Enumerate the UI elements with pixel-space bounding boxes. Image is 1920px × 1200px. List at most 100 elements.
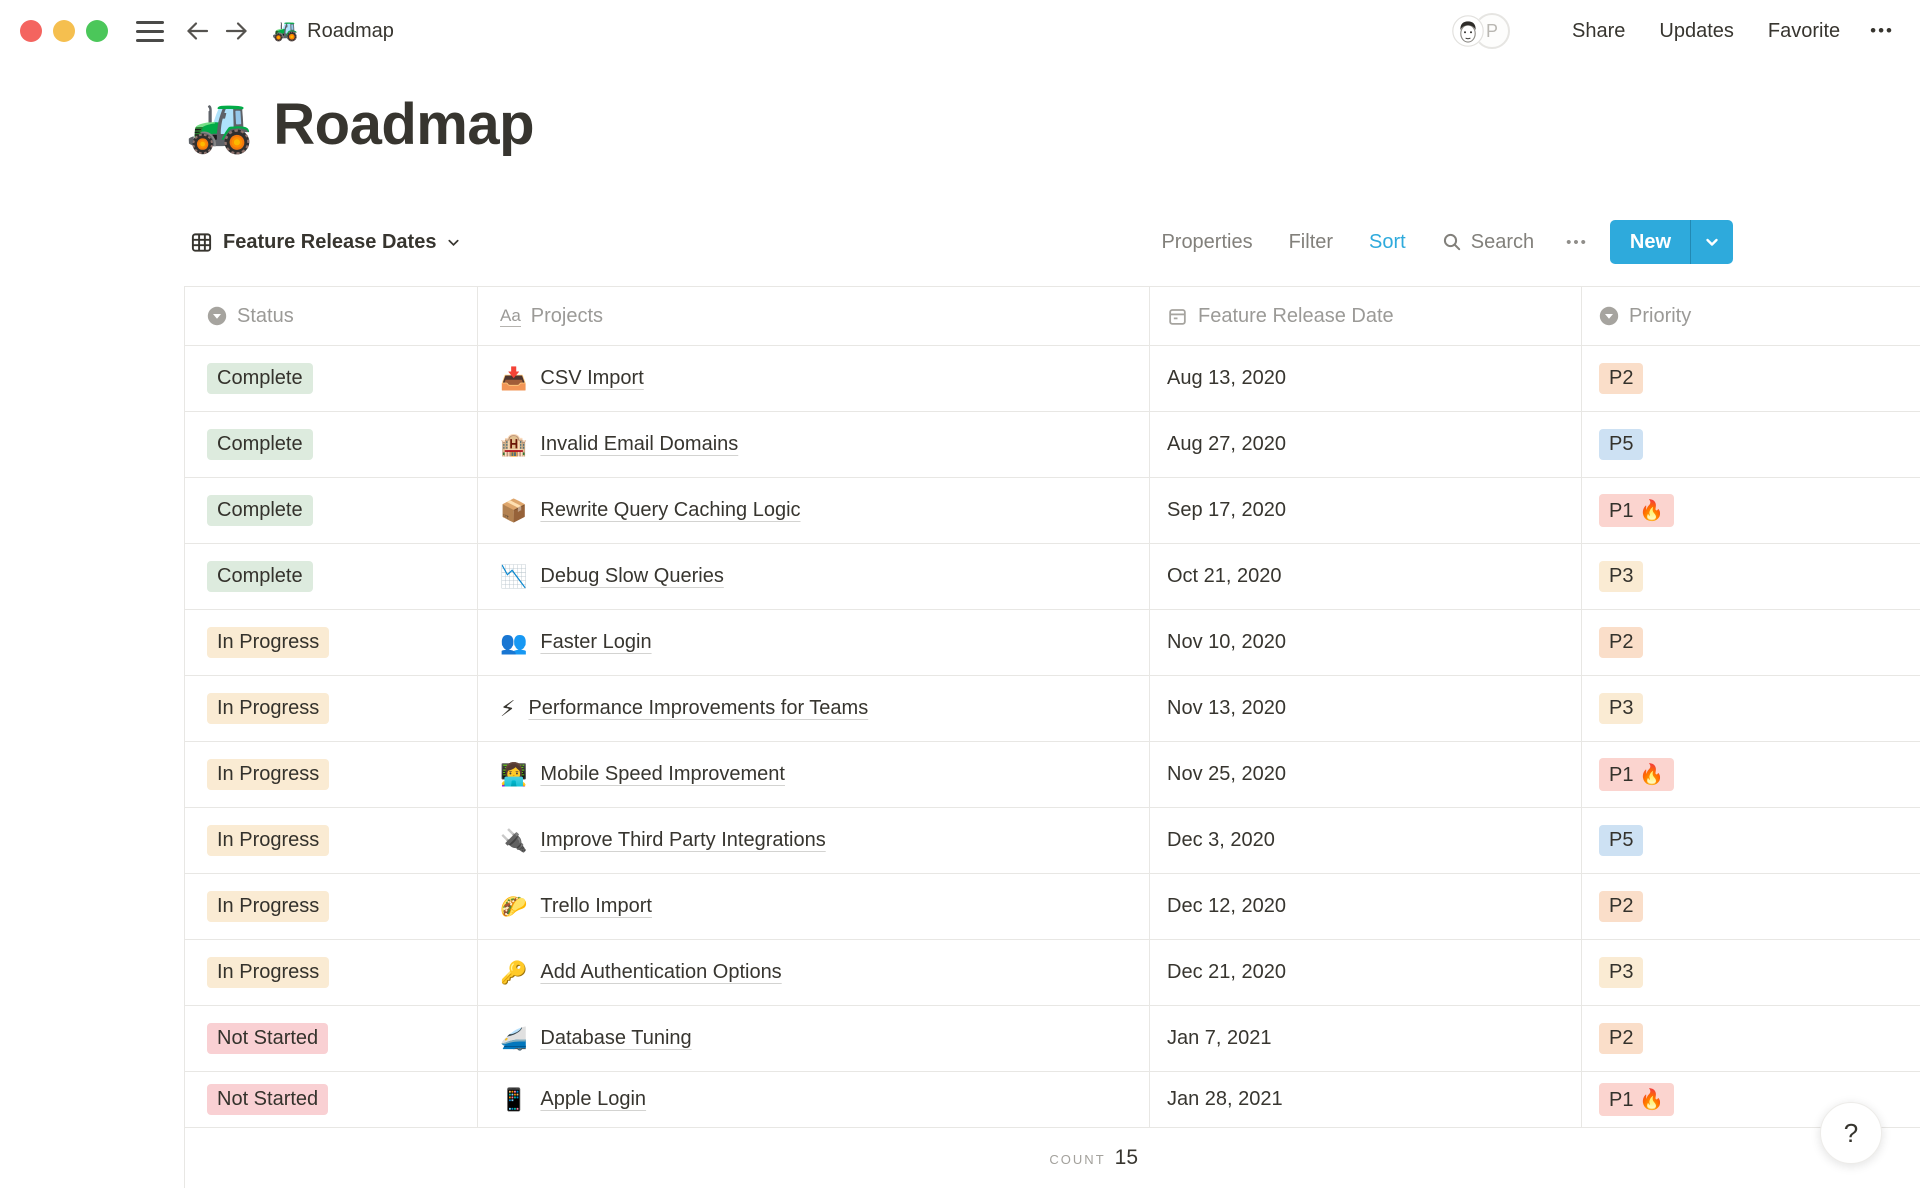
priority-badge[interactable]: P2: [1599, 363, 1644, 395]
status-badge[interactable]: In Progress: [207, 759, 330, 791]
date-value[interactable]: Sep 17, 2020: [1167, 499, 1286, 522]
updates-button[interactable]: Updates: [1659, 20, 1734, 43]
table-row[interactable]: Complete 📥 CSV Import Aug 13, 2020 P2: [185, 346, 1920, 413]
project-link[interactable]: Invalid Email Domains: [540, 433, 738, 456]
table-row[interactable]: In Progress 🔑 Add Authentication Options…: [185, 940, 1920, 1007]
date-value[interactable]: Oct 21, 2020: [1167, 565, 1282, 588]
page-title[interactable]: Roadmap: [273, 86, 534, 164]
date-value[interactable]: Aug 13, 2020: [1167, 367, 1286, 390]
select-property-icon: [1599, 307, 1619, 326]
status-badge[interactable]: In Progress: [207, 957, 330, 989]
date-value[interactable]: Dec 3, 2020: [1167, 829, 1275, 852]
date-value[interactable]: Dec 21, 2020: [1167, 961, 1286, 984]
priority-badge[interactable]: P5: [1599, 825, 1644, 857]
project-link[interactable]: Database Tuning: [540, 1027, 691, 1050]
status-badge[interactable]: In Progress: [207, 627, 330, 659]
table-row[interactable]: Not Started 📱 Apple Login Jan 28, 2021 P…: [185, 1072, 1920, 1129]
calendar-icon: [1169, 308, 1186, 325]
help-button[interactable]: ?: [1820, 1102, 1882, 1164]
column-header-projects[interactable]: Aa Projects: [478, 287, 1150, 346]
new-dropdown-button[interactable]: [1690, 220, 1733, 265]
priority-badge[interactable]: P3: [1599, 693, 1644, 725]
new-button-label[interactable]: New: [1610, 220, 1690, 264]
table-row[interactable]: In Progress 🌮 Trello Import Dec 12, 2020…: [185, 874, 1920, 941]
project-link[interactable]: CSV Import: [540, 367, 643, 390]
count-calculation[interactable]: COUNT 15: [185, 1146, 1150, 1170]
date-value[interactable]: Nov 10, 2020: [1167, 631, 1286, 654]
table-row[interactable]: Not Started 🚄 Database Tuning Jan 7, 202…: [185, 1006, 1920, 1073]
project-link[interactable]: Rewrite Query Caching Logic: [540, 499, 800, 522]
sidebar-toggle-icon[interactable]: [136, 20, 164, 42]
new-button[interactable]: New: [1609, 220, 1733, 265]
status-badge[interactable]: Not Started: [207, 1023, 329, 1055]
properties-button[interactable]: Properties: [1161, 231, 1252, 254]
toolbar-more-icon[interactable]: •••: [1566, 234, 1588, 251]
status-badge[interactable]: Complete: [207, 561, 313, 593]
priority-badge[interactable]: P5: [1599, 429, 1644, 461]
status-badge[interactable]: Complete: [207, 429, 313, 461]
priority-badge[interactable]: P2: [1599, 1023, 1644, 1055]
search-button[interactable]: Search: [1442, 231, 1534, 254]
table-row[interactable]: Complete 📉 Debug Slow Queries Oct 21, 20…: [185, 544, 1920, 611]
table-row[interactable]: In Progress 👩‍💻 Mobile Speed Improvement…: [185, 742, 1920, 809]
status-badge[interactable]: Complete: [207, 495, 313, 527]
project-link[interactable]: Add Authentication Options: [540, 961, 781, 984]
table-row[interactable]: Complete 📦 Rewrite Query Caching Logic S…: [185, 478, 1920, 545]
project-emoji-icon: 🌮: [500, 893, 528, 919]
date-value[interactable]: Jan 7, 2021: [1167, 1027, 1272, 1050]
status-badge[interactable]: In Progress: [207, 693, 330, 725]
project-link[interactable]: Mobile Speed Improvement: [540, 763, 785, 786]
project-link[interactable]: Debug Slow Queries: [540, 565, 723, 588]
view-switcher[interactable]: Feature Release Dates: [190, 231, 461, 254]
table-footer: COUNT 15: [185, 1128, 1920, 1188]
count-value: 15: [1114, 1146, 1138, 1170]
page-emoji-icon: 🚜: [272, 19, 299, 42]
user-face-icon: [1452, 15, 1484, 47]
status-badge[interactable]: In Progress: [207, 891, 330, 923]
column-header-date[interactable]: Feature Release Date: [1150, 287, 1582, 346]
priority-badge[interactable]: P3: [1599, 561, 1644, 593]
date-value[interactable]: Nov 25, 2020: [1167, 763, 1286, 786]
priority-badge[interactable]: P2: [1599, 891, 1644, 923]
column-header-status[interactable]: Status: [185, 287, 478, 346]
project-link[interactable]: Trello Import: [540, 895, 652, 918]
collaborator-avatars[interactable]: P: [1452, 13, 1511, 49]
project-emoji-icon: 📥: [500, 365, 528, 391]
date-value[interactable]: Jan 28, 2021: [1167, 1088, 1283, 1111]
avatar[interactable]: [1452, 15, 1485, 47]
sort-button[interactable]: Sort: [1369, 231, 1406, 254]
favorite-button[interactable]: Favorite: [1768, 20, 1840, 43]
priority-badge[interactable]: P2: [1599, 627, 1644, 659]
project-emoji-icon: 🔌: [500, 827, 528, 853]
more-options-icon[interactable]: •••: [1870, 21, 1894, 41]
minimize-window-button[interactable]: [53, 20, 75, 42]
back-button[interactable]: [184, 19, 211, 43]
priority-badge[interactable]: P1 🔥: [1599, 494, 1674, 528]
priority-badge[interactable]: P3: [1599, 957, 1644, 989]
project-link[interactable]: Apple Login: [540, 1088, 646, 1111]
close-window-button[interactable]: [20, 20, 42, 42]
project-emoji-icon: 🚄: [500, 1025, 528, 1051]
table-row[interactable]: In Progress 👥 Faster Login Nov 10, 2020 …: [185, 610, 1920, 677]
filter-button[interactable]: Filter: [1289, 231, 1333, 254]
table-row[interactable]: Complete 🏨 Invalid Email Domains Aug 27,…: [185, 412, 1920, 479]
date-value[interactable]: Nov 13, 2020: [1167, 697, 1286, 720]
forward-button[interactable]: [223, 19, 250, 43]
zoom-window-button[interactable]: [86, 20, 108, 42]
date-value[interactable]: Aug 27, 2020: [1167, 433, 1286, 456]
status-badge[interactable]: Complete: [207, 363, 313, 395]
project-link[interactable]: Improve Third Party Integrations: [540, 829, 825, 852]
column-header-priority[interactable]: Priority: [1582, 287, 1920, 345]
date-value[interactable]: Dec 12, 2020: [1167, 895, 1286, 918]
breadcrumb[interactable]: 🚜 Roadmap: [272, 19, 394, 43]
page-icon[interactable]: 🚜: [186, 98, 253, 152]
table-row[interactable]: In Progress 🔌 Improve Third Party Integr…: [185, 808, 1920, 875]
project-link[interactable]: Performance Improvements for Teams: [528, 697, 868, 720]
share-button[interactable]: Share: [1572, 20, 1625, 43]
project-link[interactable]: Faster Login: [540, 631, 651, 654]
priority-badge[interactable]: P1 🔥: [1599, 1083, 1674, 1117]
status-badge[interactable]: In Progress: [207, 825, 330, 857]
table-row[interactable]: In Progress ⚡ Performance Improvements f…: [185, 676, 1920, 743]
priority-badge[interactable]: P1 🔥: [1599, 758, 1674, 792]
status-badge[interactable]: Not Started: [207, 1084, 329, 1116]
